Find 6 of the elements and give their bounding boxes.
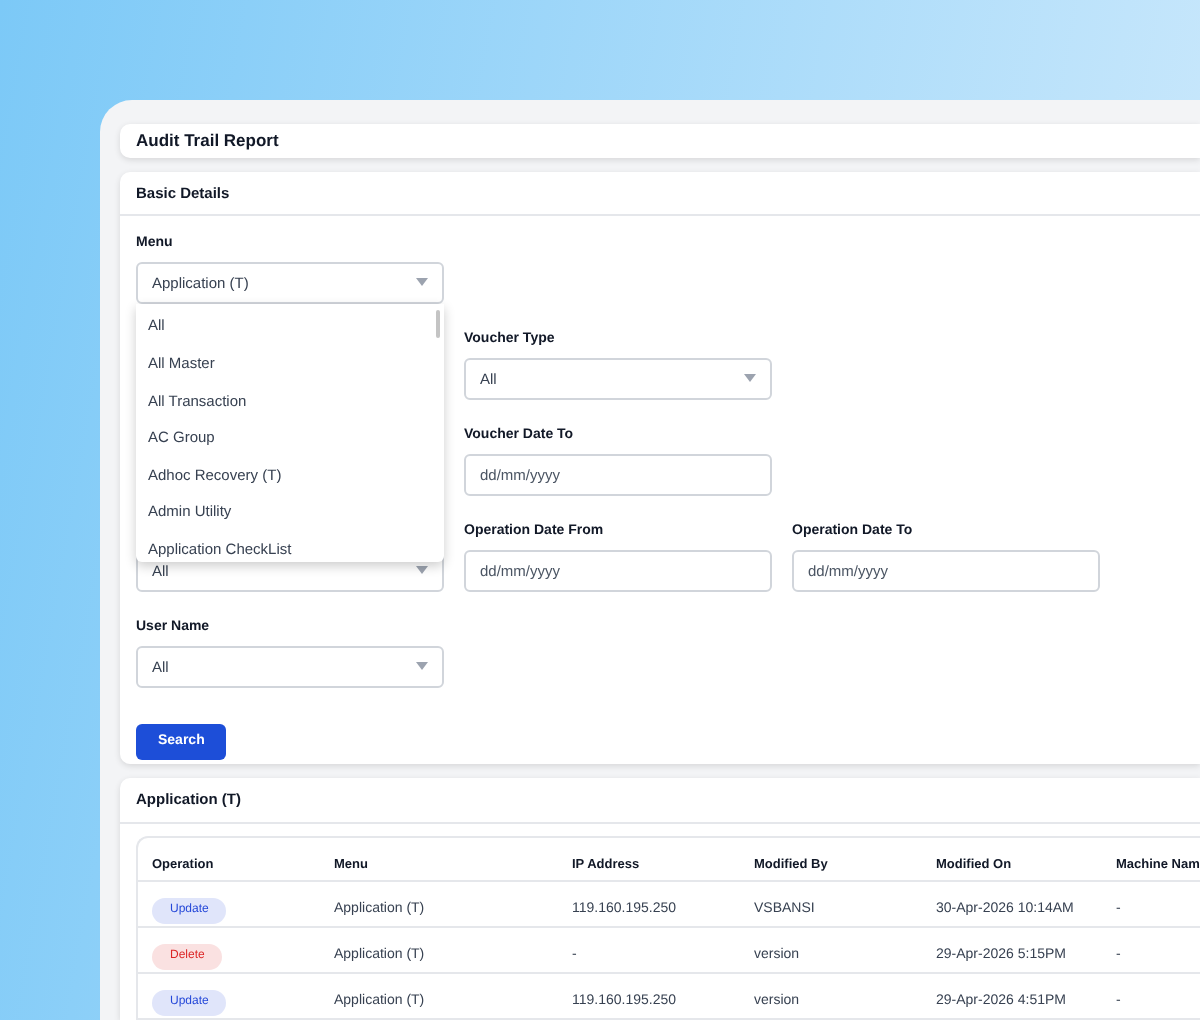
caret-icon [416, 662, 428, 671]
scrollbar-thumb-icon [436, 309, 440, 338]
caret-icon [416, 566, 428, 575]
caret-icon [744, 374, 756, 383]
page-title: Audit Trail Report [136, 128, 279, 154]
caret-icon [416, 278, 428, 287]
